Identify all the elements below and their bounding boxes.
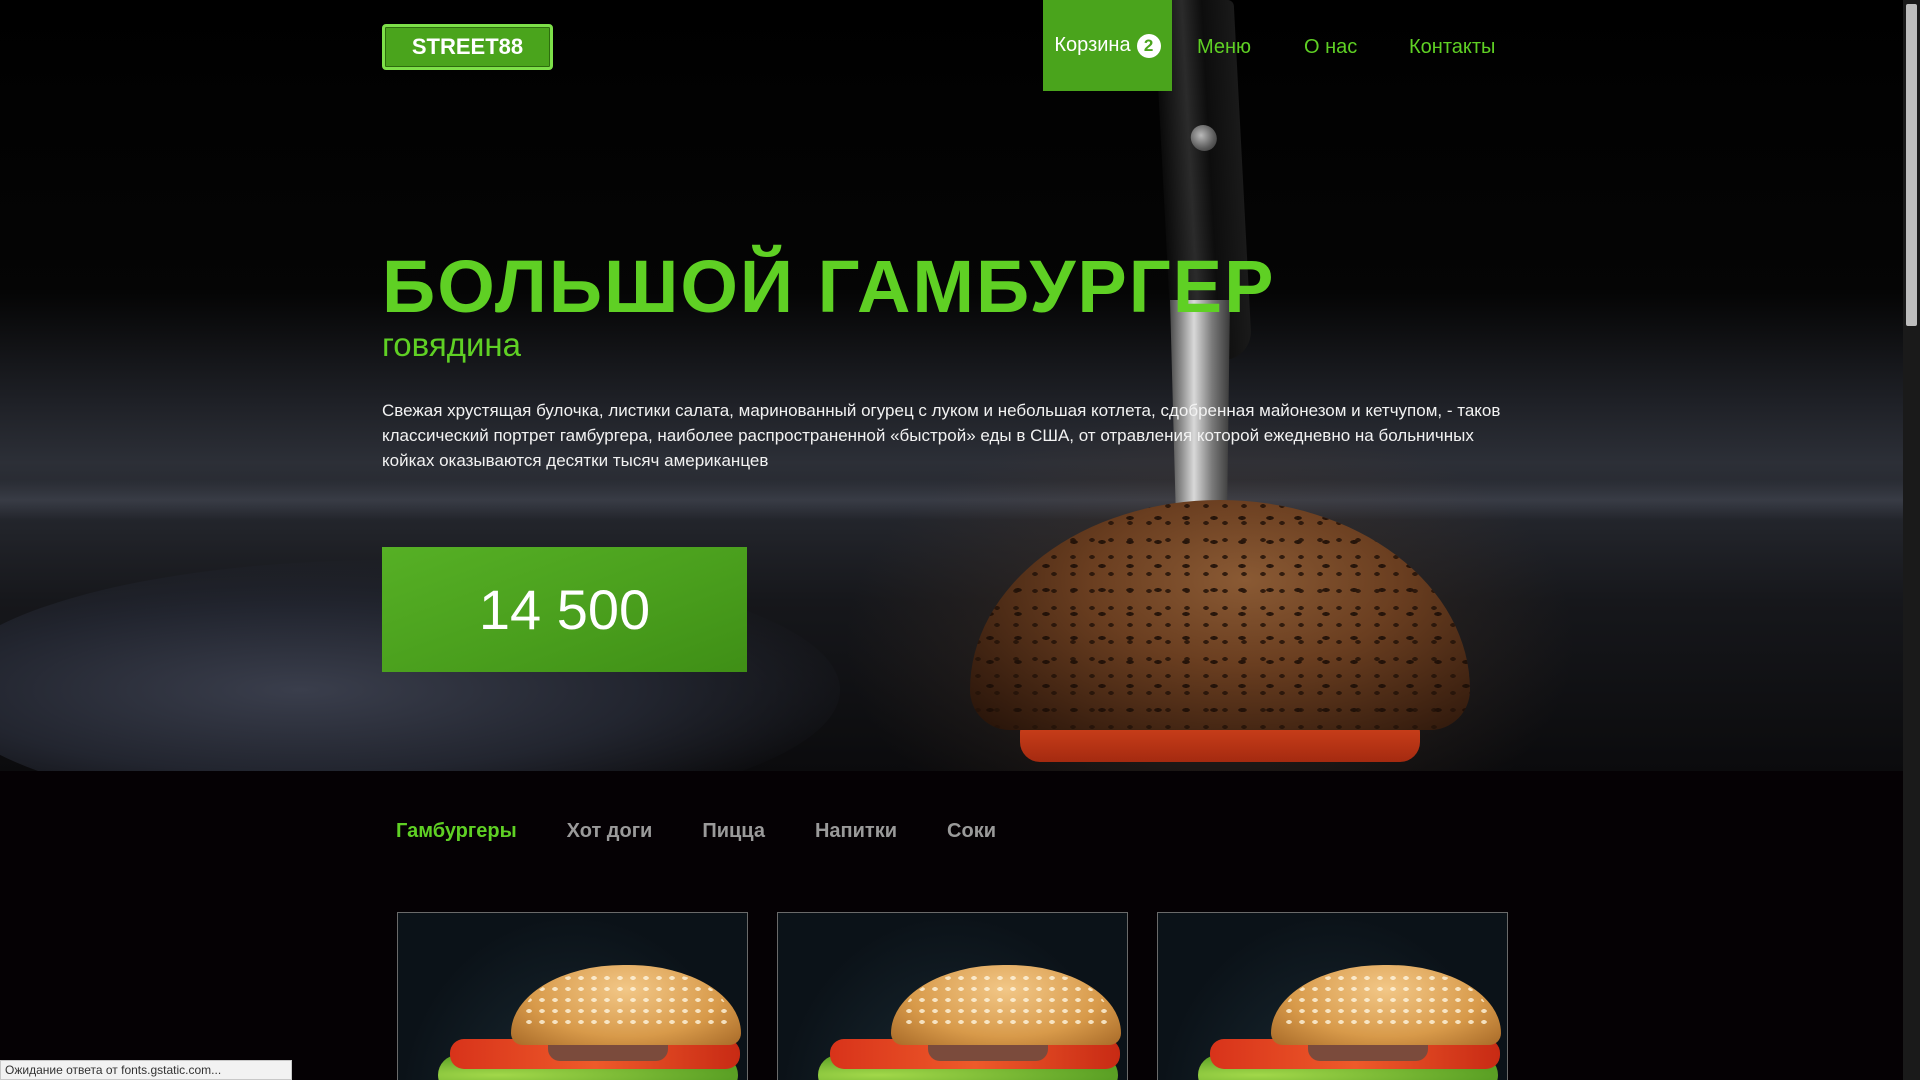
tab-drinks[interactable]: Напитки <box>815 820 897 850</box>
bun <box>891 965 1121 1045</box>
nav-link-menu[interactable]: Меню <box>1197 36 1251 59</box>
tab-pizza[interactable]: Пицца <box>702 820 765 850</box>
product-image <box>778 913 1127 1080</box>
hero-subtitle: говядина <box>382 326 521 363</box>
browser-status-bar: Ожидание ответа от fonts.gstatic.com... <box>0 1060 292 1080</box>
price-button[interactable]: 14 500 <box>382 547 747 672</box>
bun-seeds <box>970 500 1470 730</box>
cart-label: Корзина <box>1054 34 1131 56</box>
scrollbar-thumb[interactable] <box>1906 4 1917 326</box>
product-image <box>1158 913 1507 1080</box>
nav-link-about[interactable]: О нас <box>1304 36 1357 59</box>
page-scrollbar[interactable] <box>1903 0 1920 1080</box>
product-card[interactable] <box>397 912 748 1080</box>
product-card[interactable] <box>1157 912 1508 1080</box>
hero-title: БОЛЬШОЙ ГАМБУРГЕР <box>382 245 1276 328</box>
product-image <box>398 913 747 1080</box>
logo[interactable]: STREET88 <box>382 24 553 70</box>
bun <box>1271 965 1501 1045</box>
page: STREET88 Корзина 2 Меню О нас Контакты Б… <box>0 0 1920 1080</box>
hero-description: Свежая хрустящая булочка, листики салата… <box>382 401 1501 470</box>
tab-hot-dogs[interactable]: Хот доги <box>567 820 653 850</box>
bun <box>511 965 741 1045</box>
price-value: 14 500 <box>478 578 651 641</box>
burger-bun-image <box>970 500 1470 730</box>
nav-link-contacts[interactable]: Контакты <box>1409 36 1495 59</box>
hero-table-surface <box>0 480 1903 520</box>
tab-juices[interactable]: Соки <box>947 820 996 850</box>
category-tabs: Гамбургеры Хот доги Пицца Напитки Соки <box>396 820 1046 850</box>
product-card[interactable] <box>777 912 1128 1080</box>
nav-cart-button[interactable]: Корзина 2 <box>1043 0 1172 91</box>
knife-rivet <box>1190 125 1218 151</box>
hero-banner <box>0 0 1903 771</box>
tab-hamburgers[interactable]: Гамбургеры <box>396 820 517 850</box>
cart-count-badge: 2 <box>1136 33 1161 58</box>
